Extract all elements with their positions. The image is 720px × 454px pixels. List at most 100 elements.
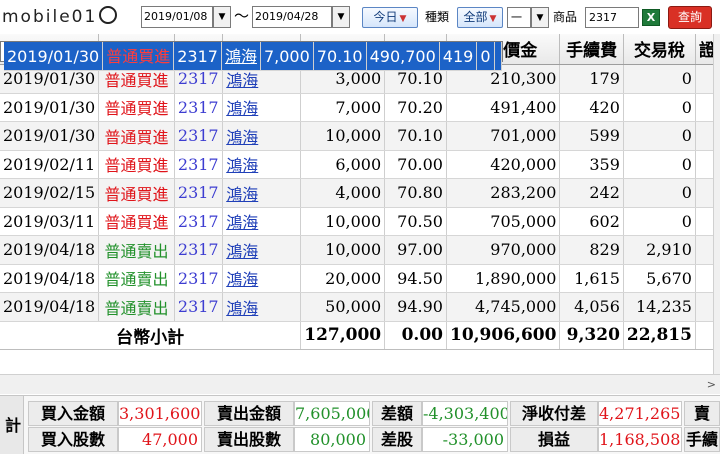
date-to-input[interactable]: 2019/04/28: [252, 6, 332, 28]
cell-name-link[interactable]: 鴻海: [222, 93, 302, 122]
col-header-tax[interactable]: 交易稅: [623, 34, 696, 65]
cell-code: 2317: [174, 121, 224, 151]
cell-amount: 970,000: [446, 235, 561, 265]
cell-date: 2019/01/30: [0, 93, 100, 122]
cell-name-link[interactable]: 鴻海: [222, 235, 302, 265]
cell-price: 70.00: [384, 150, 447, 179]
cell-date: 2019/04/18: [0, 292, 100, 322]
cell-name-link[interactable]: 鴻海: [221, 42, 261, 71]
sub-select-dropdown-button[interactable]: ▼: [531, 7, 549, 28]
vertical-scrollbar[interactable]: [713, 34, 720, 374]
cell-tax: 0: [623, 207, 696, 236]
cell-qty: 7,000: [260, 42, 314, 71]
cell-date: 2019/01/30: [0, 121, 100, 151]
extra1-label: 賣: [684, 401, 720, 426]
cell-name-link[interactable]: 鴻海: [222, 121, 302, 151]
trade-table: 成交日期 種類 代號 商品名稱 數量 成交價 成交價金 手續費 交易稅 證 20…: [0, 34, 720, 350]
cell-tax: 14,235: [623, 292, 696, 322]
table-row[interactable]: 2019/04/18 普通賣出 2317 鴻海 50,000 94.90 4,745,000…: [0, 292, 720, 322]
cell-more: [494, 42, 502, 71]
cell-code: 2317: [174, 207, 224, 236]
smile-icon: [99, 6, 118, 24]
cell-tax: 0: [623, 121, 696, 151]
table-row[interactable]: 2019/02/11 普通買進 2317 鴻海 6,000 70.00 420,000 359…: [0, 150, 720, 179]
cell-fee: 1,615: [559, 264, 624, 293]
cell-name-link[interactable]: 鴻海: [222, 178, 302, 208]
buy-shares-value: 47,000: [118, 427, 202, 452]
date-from-input[interactable]: 2019/01/08: [141, 6, 213, 28]
cell-tax: 5,670: [623, 264, 696, 293]
table-row[interactable]: 2019/03/11 普通買進 2317 鴻海 10,000 70.50 705,000 60…: [0, 207, 720, 236]
cell-amount: 4,745,000: [446, 292, 561, 322]
scroll-right-icon[interactable]: >: [707, 378, 716, 391]
cell-qty: 10,000: [300, 207, 386, 236]
cell-name-link[interactable]: 鴻海: [222, 292, 302, 322]
cell-date: 2019/04/18: [0, 264, 100, 293]
buy-amount-value: 3,301,600: [118, 401, 202, 426]
cell-fee: 4,056: [559, 292, 624, 322]
sell-shares-label: 賣出股數: [204, 427, 294, 452]
query-button[interactable]: 查詢: [668, 6, 712, 29]
cell-name-link[interactable]: 鴻海: [222, 207, 302, 236]
cell-name-link[interactable]: 鴻海: [222, 150, 302, 179]
net-value: 4,271,265: [598, 401, 682, 426]
sell-shares-value: 80,000: [294, 427, 370, 452]
buy-shares-label: 買入股數: [28, 427, 118, 452]
cell-price: 94.50: [384, 264, 447, 293]
total-qty: 127,000: [300, 321, 386, 350]
cell-date: 2019/02/11: [0, 150, 100, 179]
cell-price: 94.90: [384, 292, 447, 322]
cell-price: 70.50: [384, 207, 447, 236]
table-row[interactable]: 2019/01/30 普通買進 2317 鴻海 7,000 70.20 491,400 420…: [0, 93, 720, 122]
cell-kind: 普通買進: [98, 178, 175, 208]
logo-text: mobile01: [2, 7, 98, 27]
cell-kind: 普通買進: [98, 150, 175, 179]
date-from-dropdown-button[interactable]: ▼: [213, 6, 231, 28]
today-button[interactable]: 今日 ▼: [362, 7, 418, 28]
kind-label: 種類: [425, 10, 450, 24]
cell-tax: 0: [623, 150, 696, 179]
sub-select[interactable]: 一: [507, 7, 531, 28]
logo: mobile01: [2, 4, 140, 30]
product-label: 商品: [553, 10, 578, 24]
diff-label: 差額: [372, 401, 422, 426]
table-row[interactable]: 2019/04/18 普通賣出 2317 鴻海 20,000 94.50 1,890,000…: [0, 264, 720, 293]
cell-date: 2019/02/15: [0, 178, 100, 208]
cell-qty: 20,000: [300, 264, 386, 293]
kind-value: 全部: [463, 10, 488, 24]
date-to-dropdown-button[interactable]: ▼: [332, 6, 350, 28]
today-label: 今日: [373, 10, 398, 24]
product-input[interactable]: 2317: [585, 7, 639, 28]
cell-kind: 普通買進: [98, 207, 175, 236]
diff-value: -4,303,400: [422, 401, 508, 426]
cell-qty: 10,000: [300, 235, 386, 265]
col-header-fee[interactable]: 手續費: [559, 34, 624, 65]
table-row[interactable]: 2019/02/15 普通買進 2317 鴻海 4,000 70.80 283,200 242…: [0, 178, 720, 208]
caret-down-icon: ▼: [489, 14, 497, 24]
cell-code: 2317: [174, 178, 224, 208]
cell-code: 2317: [173, 42, 222, 71]
cell-fee: 420: [559, 93, 624, 122]
cell-tax: 2,910: [623, 235, 696, 265]
table-row[interactable]: 2019/01/30 普通買進 2317 鴻海 10,000 70.10 701,000 59…: [0, 121, 720, 151]
net-label: 淨收付差: [510, 401, 598, 426]
cell-qty: 7,000: [300, 93, 386, 122]
excel-icon[interactable]: X: [642, 9, 660, 26]
cell-fee: 599: [559, 121, 624, 151]
cell-amount: 491,400: [446, 93, 561, 122]
horizontal-scrollbar[interactable]: >: [0, 374, 720, 394]
summary-panel: 計 買入金額 3,301,600 賣出金額 7,605,000 差額 -4,30…: [0, 395, 720, 454]
total-tax: 22,815: [623, 321, 696, 350]
cell-name-link[interactable]: 鴻海: [222, 264, 302, 293]
table-row[interactable]: 2019/01/30 普通買進 2317 鴻海 7,000 70.10 490,700 419…: [0, 41, 503, 71]
cell-amount: 420,000: [446, 150, 561, 179]
cell-amount: 490,700: [366, 42, 440, 71]
trade-grid: 成交日期 種類 代號 商品名稱 數量 成交價 成交價金 手續費 交易稅 證 20…: [0, 34, 720, 350]
cell-amount: 1,890,000: [446, 264, 561, 293]
table-row[interactable]: 2019/04/18 普通賣出 2317 鴻海 10,000 97.00 970,000 82…: [0, 235, 720, 265]
cell-tax: 0: [623, 178, 696, 208]
cell-tax: 0: [623, 93, 696, 122]
cell-kind: 普通賣出: [98, 235, 175, 265]
cell-price: 70.10: [313, 42, 367, 71]
kind-select[interactable]: 全部 ▼: [457, 7, 503, 28]
